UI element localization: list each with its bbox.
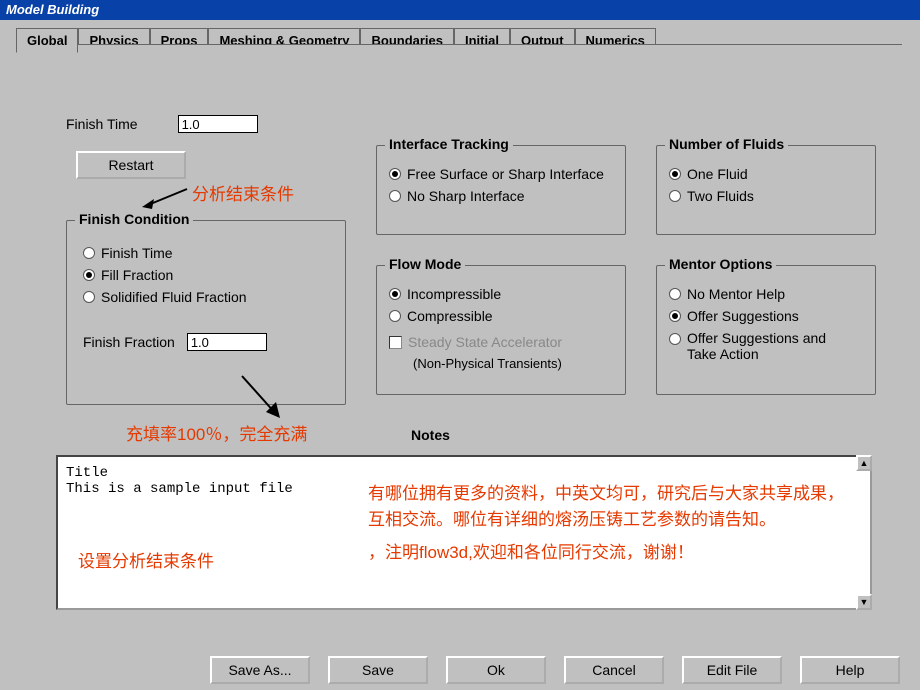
radio-solidified[interactable]: Solidified Fluid Fraction: [83, 289, 329, 305]
radio-one-fluid[interactable]: One Fluid: [669, 166, 863, 182]
flow-mode-legend: Flow Mode: [385, 256, 465, 272]
radio-no-mentor[interactable]: No Mentor Help: [669, 286, 863, 302]
finish-time-input[interactable]: [178, 115, 258, 133]
finish-condition-legend: Finish Condition: [75, 211, 193, 227]
radio-icon: [83, 269, 95, 281]
radio-icon: [669, 168, 681, 180]
radio-icon: [389, 168, 401, 180]
notes-textarea[interactable]: Title This is a sample input file 设置分析结束…: [56, 455, 872, 610]
radio-incompressible[interactable]: Incompressible: [389, 286, 613, 302]
radio-icon: [389, 190, 401, 202]
group-flow-mode: Flow Mode Incompressible Compressible St…: [376, 265, 626, 395]
help-button[interactable]: Help: [800, 656, 900, 684]
radio-fill-fraction[interactable]: Fill Fraction: [83, 267, 329, 283]
radio-offer-sugg[interactable]: Offer Suggestions: [669, 308, 863, 324]
edit-file-button[interactable]: Edit File: [682, 656, 782, 684]
annotation-fill-rate: 充填率100％，完全充满: [126, 420, 307, 445]
radio-icon: [83, 291, 95, 303]
group-finish-condition: Finish Condition Finish Time Fill Fracti…: [66, 220, 346, 405]
radio-icon: [389, 310, 401, 322]
radio-offer-action[interactable]: Offer Suggestions and Take Action: [669, 330, 863, 362]
scroll-up-button[interactable]: ▲: [856, 455, 872, 471]
radio-free-surface[interactable]: Free Surface or Sharp Interface: [389, 166, 613, 182]
group-mentor: Mentor Options No Mentor Help Offer Sugg…: [656, 265, 876, 395]
steady-state-sub: (Non-Physical Transients): [413, 356, 613, 371]
arrow-icon: [236, 370, 286, 420]
cancel-button[interactable]: Cancel: [564, 656, 664, 684]
tab-global[interactable]: Global: [16, 28, 78, 53]
notes-label: Notes: [411, 427, 450, 443]
radio-icon: [389, 288, 401, 300]
number-fluids-legend: Number of Fluids: [665, 136, 788, 152]
group-interface-tracking: Interface Tracking Free Surface or Sharp…: [376, 145, 626, 235]
radio-compressible[interactable]: Compressible: [389, 308, 613, 324]
group-number-fluids: Number of Fluids One Fluid Two Fluids: [656, 145, 876, 235]
checkbox-icon: [389, 336, 402, 349]
radio-icon: [669, 333, 681, 345]
mentor-legend: Mentor Options: [665, 256, 776, 272]
triangle-down-icon: ▼: [860, 597, 869, 607]
triangle-up-icon: ▲: [860, 458, 869, 468]
radio-finish-time[interactable]: Finish Time: [83, 245, 329, 261]
annotation-comment: 有哪位拥有更多的资料，中英文均可，研究后与大家共享成果，互相交流。哪位有详细的熔…: [368, 481, 856, 566]
radio-icon: [669, 288, 681, 300]
radio-no-sharp[interactable]: No Sharp Interface: [389, 188, 613, 204]
radio-icon: [669, 310, 681, 322]
restart-button[interactable]: Restart: [76, 151, 186, 179]
finish-time-label: Finish Time: [66, 116, 138, 132]
arrow-icon: [142, 185, 192, 209]
check-steady-state[interactable]: Steady State Accelerator: [389, 334, 613, 350]
ok-button[interactable]: Ok: [446, 656, 546, 684]
interface-tracking-legend: Interface Tracking: [385, 136, 513, 152]
radio-two-fluids[interactable]: Two Fluids: [669, 188, 863, 204]
save-button[interactable]: Save: [328, 656, 428, 684]
radio-icon: [669, 190, 681, 202]
annotation-finish-cond: 分析结束条件: [192, 180, 294, 205]
save-as-button[interactable]: Save As...: [210, 656, 310, 684]
scroll-down-button[interactable]: ▼: [856, 594, 872, 610]
tab-panel-global: Finish Time Restart 分析结束条件 Finish Condit…: [16, 45, 902, 638]
finish-fraction-input[interactable]: [187, 333, 267, 351]
window-title: Model Building: [6, 2, 99, 17]
title-bar: Model Building: [0, 0, 920, 20]
annotation-set-cond: 设置分析结束条件: [78, 547, 214, 572]
finish-fraction-label: Finish Fraction: [83, 334, 175, 350]
radio-icon: [83, 247, 95, 259]
footer-buttons: Save As... Save Ok Cancel Edit File Help: [0, 650, 920, 690]
